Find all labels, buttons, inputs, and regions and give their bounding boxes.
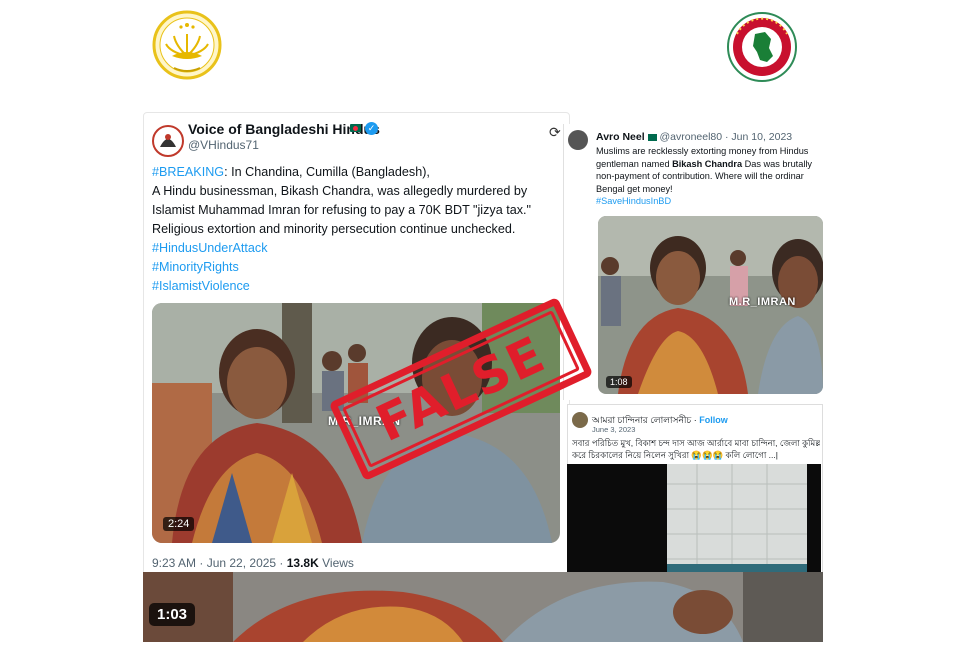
avro-tweet-text: Muslims are recklessly extorting money f… xyxy=(596,145,826,208)
bangladesh-flag-icon xyxy=(350,124,361,132)
main-author-avatar[interactable] xyxy=(152,125,184,157)
main-tweet-text: #BREAKING: In Chandina, Cumilla (Banglad… xyxy=(152,163,562,296)
bangladesh-flag-icon xyxy=(647,133,657,141)
bengali-author-avatar[interactable] xyxy=(572,412,588,428)
refresh-icon[interactable]: ⟳ xyxy=(549,124,561,141)
bottom-video-duration: 1:03 xyxy=(149,603,196,626)
views-count: 13.8K xyxy=(286,556,319,570)
hashtag-link[interactable]: #MinorityRights xyxy=(152,258,562,277)
tweet-line-text: Das was brutally xyxy=(742,158,813,169)
hashtag-breaking[interactable]: #BREAKING xyxy=(152,165,224,179)
main-video-duration: 2:24 xyxy=(163,517,195,531)
hashtag-link[interactable]: #HindusUnderAttack xyxy=(152,239,562,258)
bengali-tweet-date[interactable]: June 3, 2023 xyxy=(592,425,635,434)
tweet-timestamp[interactable]: 9:23 AM · Jun 22, 2025 · xyxy=(152,556,287,570)
bengali-video-thumbnail[interactable] xyxy=(567,464,821,580)
follow-button[interactable]: Follow xyxy=(699,415,728,425)
avro-tweet-header: Avro Neel @avroneel80 · Jun 10, 2023 xyxy=(596,131,792,143)
right-government-seal xyxy=(727,12,797,82)
tweet-line: gentleman named Bikash Chandra Das was b… xyxy=(596,158,826,171)
tweet-line: A Hindu businessman, Bikash Chandra, was… xyxy=(152,184,528,198)
tweet-line: Muslims are recklessly extorting money f… xyxy=(596,146,809,156)
tweet-line-text: : In Chandina, Cumilla (Bangladesh), xyxy=(224,165,430,179)
tweet-line: Religious extortion and minority persecu… xyxy=(152,222,516,236)
avro-video-duration: 1:08 xyxy=(606,376,632,388)
tweet-line-text: gentleman named xyxy=(596,158,673,169)
bold-name: Bikash Chandra xyxy=(672,158,743,169)
tweet-line: Bengal get money! xyxy=(596,183,673,194)
main-author-handle[interactable]: @VHindus71 xyxy=(188,138,259,152)
avro-handle-date[interactable]: @avroneel80 · Jun 10, 2023 xyxy=(657,131,792,143)
bengali-author-name[interactable]: আমরা চান্দিনার লোলাসনীচ xyxy=(592,415,691,425)
tweet-line: Islamist Muhammad Imran for refusing to … xyxy=(152,203,531,217)
hashtag-link[interactable]: #SaveHindusInBD xyxy=(596,195,826,208)
hashtag-link[interactable]: #IslamistViolence xyxy=(152,277,562,296)
tweet-line: সবার পরিচিত মুখ, বিকাশ চন্দ দাস আজ আর্রা… xyxy=(572,438,820,448)
views-label: Views xyxy=(318,556,354,570)
verified-badge-icon: ✓ xyxy=(365,122,378,135)
video-watermark: M.R_IMRAN xyxy=(729,296,796,308)
bottom-video-strip[interactable] xyxy=(143,572,823,642)
avro-author-avatar[interactable] xyxy=(568,130,588,150)
tweet-line: করে চিরকালের নিয়ে নিলেন সুখিরা 😭😭😭 কলি … xyxy=(572,450,778,460)
main-tweet-footer: 9:23 AM · Jun 22, 2025 · 13.8K Views xyxy=(152,556,354,570)
bengali-tweet-text: সবার পরিচিত মুখ, বিকাশ চন্দ দাস আজ আর্রা… xyxy=(572,437,820,461)
tweet-line: non-payment of contribution. Where will … xyxy=(596,171,804,181)
avro-author-name[interactable]: Avro Neel xyxy=(596,131,645,143)
left-emblem-logo xyxy=(152,10,222,80)
tweet-line: #BREAKING: In Chandina, Cumilla (Banglad… xyxy=(152,163,562,182)
